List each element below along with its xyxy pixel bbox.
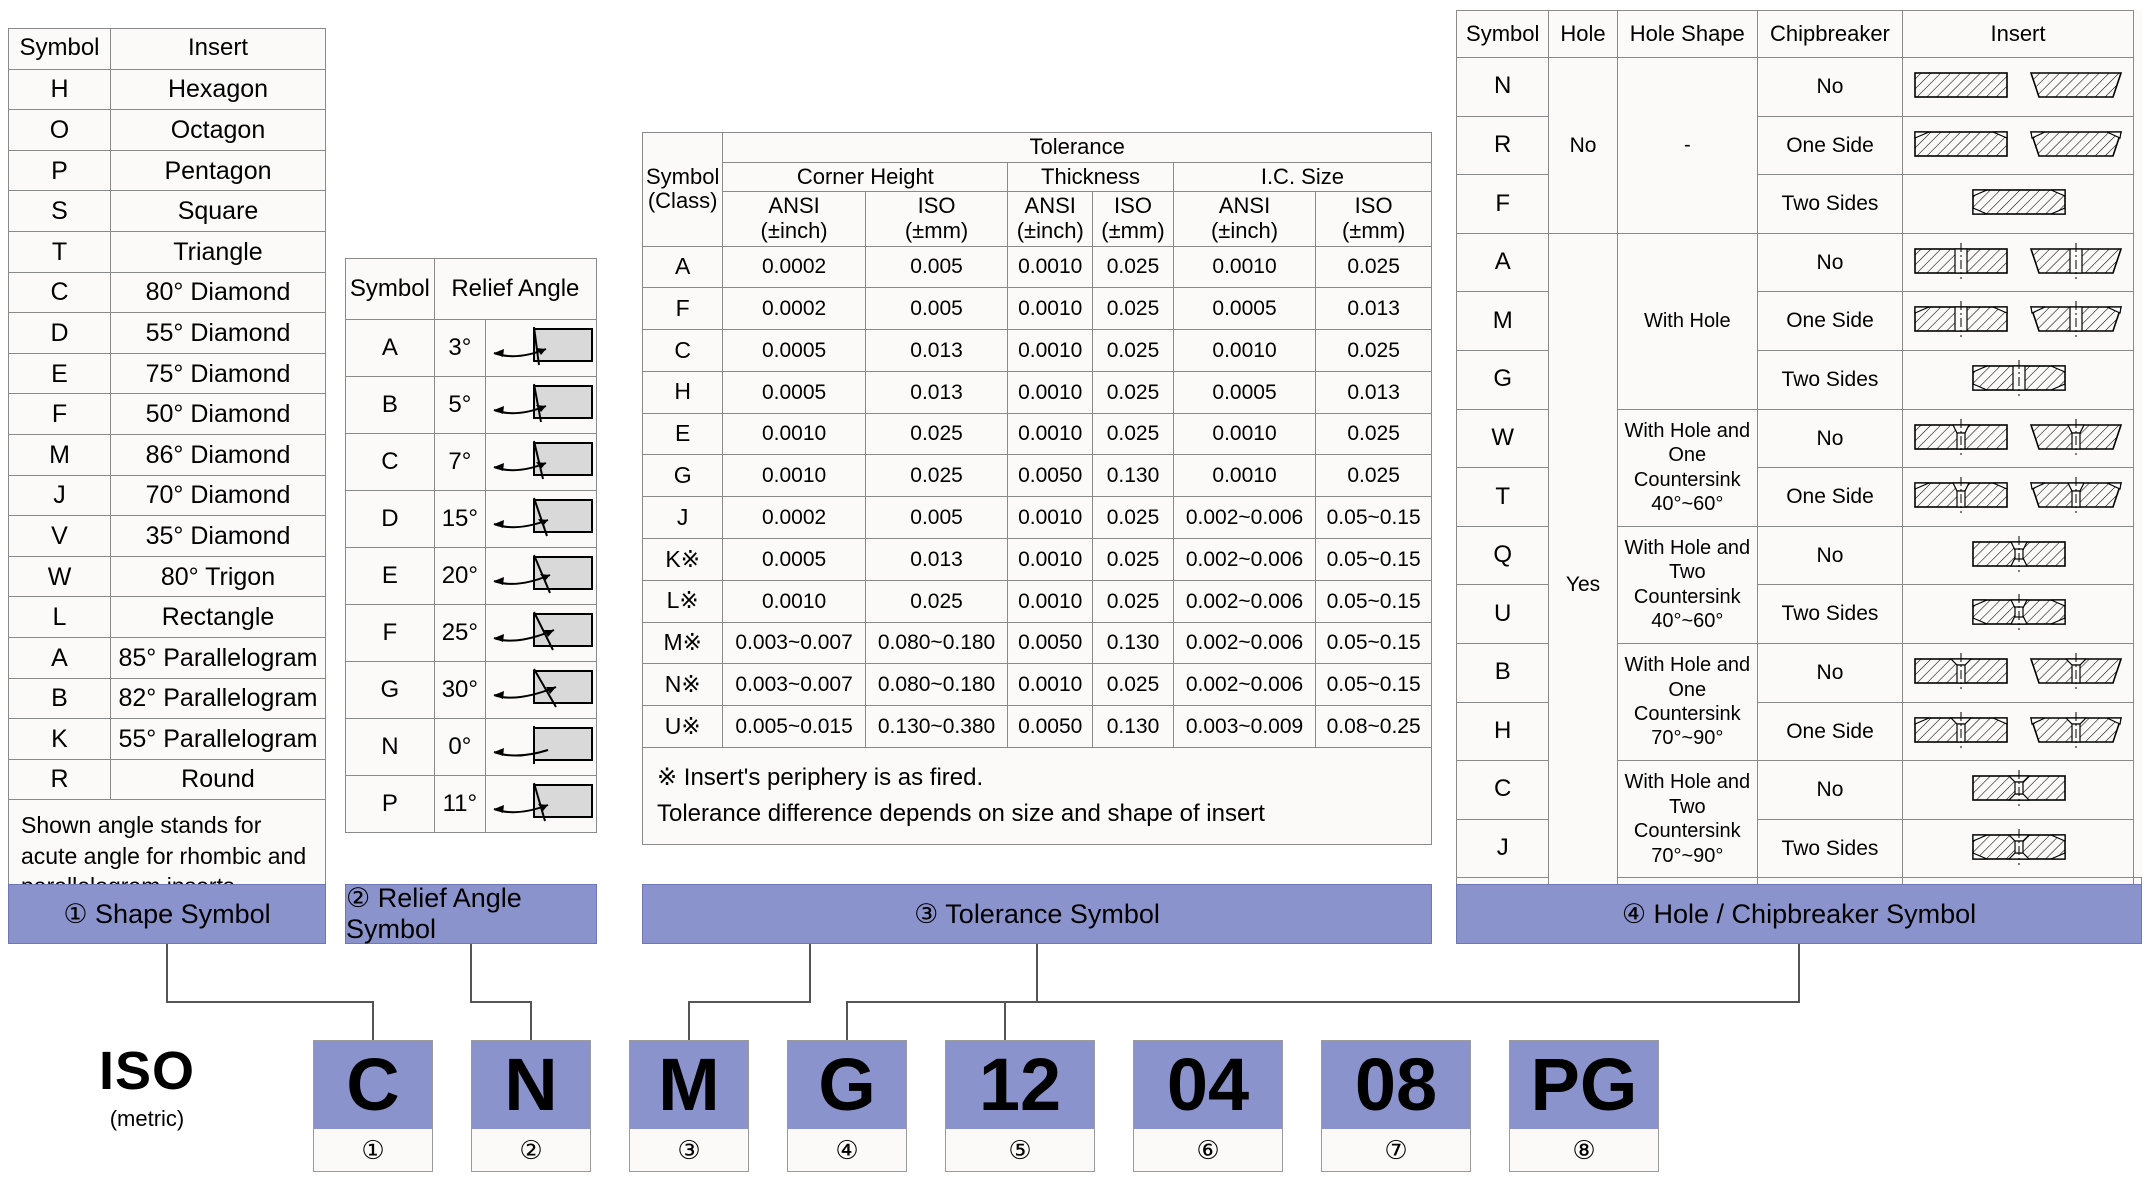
code-index: ③ <box>677 1134 701 1165</box>
code-index: ⑥ <box>1196 1134 1220 1165</box>
code-value: 12 <box>946 1041 1094 1129</box>
code-value: G <box>788 1041 906 1129</box>
code-value: M <box>630 1041 748 1129</box>
standard-label: ISO (metric) <box>52 1040 242 1132</box>
code-index: ⑤ <box>1008 1134 1032 1165</box>
code-value: PG <box>1510 1041 1658 1129</box>
code-box-7[interactable]: 08 ⑦ <box>1321 1040 1471 1172</box>
code-index: ① <box>361 1134 385 1165</box>
code-value: 08 <box>1322 1041 1470 1129</box>
code-box-8[interactable]: PG ⑧ <box>1509 1040 1659 1172</box>
code-box-5[interactable]: 12 ⑤ <box>945 1040 1095 1172</box>
code-value: C <box>314 1041 432 1129</box>
code-index: ② <box>519 1134 543 1165</box>
code-box-3[interactable]: M ③ <box>629 1040 749 1172</box>
code-index: ④ <box>835 1134 859 1165</box>
standard-unit: (metric) <box>109 1106 185 1131</box>
code-box-1[interactable]: C ① <box>313 1040 433 1172</box>
code-box-4[interactable]: G ④ <box>787 1040 907 1172</box>
code-index: ⑧ <box>1572 1134 1596 1165</box>
code-value: 04 <box>1134 1041 1282 1129</box>
code-index: ⑦ <box>1384 1134 1408 1165</box>
connector-lines <box>166 944 1800 1040</box>
code-box-2[interactable]: N ② <box>471 1040 591 1172</box>
standard-name: ISO <box>98 1041 196 1101</box>
code-value: N <box>472 1041 590 1129</box>
code-box-6[interactable]: 04 ⑥ <box>1133 1040 1283 1172</box>
